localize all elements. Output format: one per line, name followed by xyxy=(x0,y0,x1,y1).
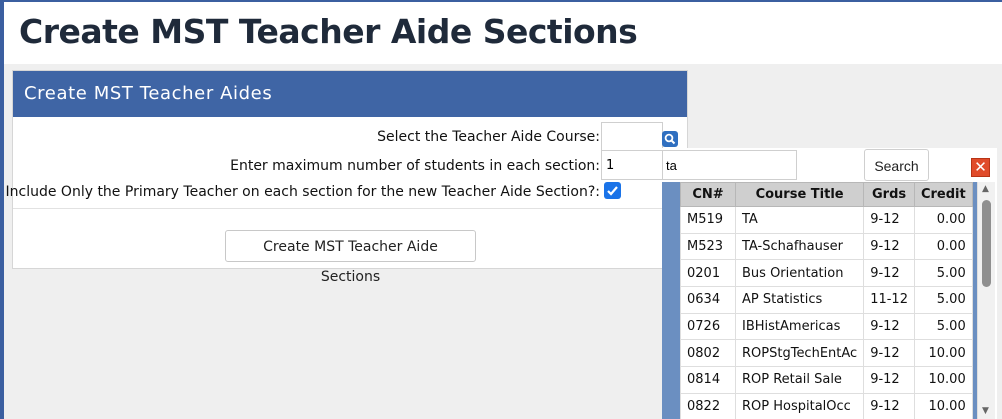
cell-course-title: ROP Retail Sale xyxy=(734,366,865,394)
close-icon[interactable]: ✕ xyxy=(971,158,990,177)
cell-credit: 10.00 xyxy=(913,339,973,368)
create-sections-button[interactable]: Create MST Teacher Aide Sections xyxy=(225,230,476,285)
cell-course-title: IBHistAmericas xyxy=(734,312,865,341)
cell-grades: 11-12 xyxy=(863,286,915,314)
panel-header: Create MST Teacher Aides xyxy=(13,71,687,117)
primary-teacher-checkbox[interactable] xyxy=(604,182,621,199)
popup-search-button[interactable]: Search xyxy=(864,149,929,181)
cell-course-title: TA-Schafhauser xyxy=(734,232,865,261)
cell-grades: 9-12 xyxy=(863,366,915,394)
course-label: Select the Teacher Aide Course: xyxy=(377,129,600,145)
table-row[interactable]: 0201 Bus Orientation 9-12 5.00 xyxy=(680,259,973,288)
checkmark-icon xyxy=(607,186,618,196)
scroll-thumb[interactable] xyxy=(982,200,991,287)
course-search-popup: Search ✕ CN# Course Title Grds Credit M5… xyxy=(662,148,997,419)
cell-cn: 0634 xyxy=(680,286,736,314)
cell-grades: 9-12 xyxy=(863,392,915,419)
scroll-down-icon[interactable]: ▼ xyxy=(982,406,989,416)
panel-divider xyxy=(13,208,687,209)
table-row[interactable]: 0634 AP Statistics 11-12 5.00 xyxy=(680,286,973,314)
cell-grades: 9-12 xyxy=(863,232,915,261)
cell-credit: 10.00 xyxy=(913,392,973,419)
col-cn[interactable]: CN# xyxy=(680,182,736,207)
cell-course-title: ROP HospitalOcc xyxy=(734,392,865,419)
cell-grades: 9-12 xyxy=(863,206,915,234)
search-icon[interactable] xyxy=(662,131,678,147)
table-row[interactable]: 0822 ROP HospitalOcc 9-12 10.00 xyxy=(680,392,973,419)
table-row[interactable]: M519 TA 9-12 0.00 xyxy=(680,206,973,234)
col-grades[interactable]: Grds xyxy=(863,182,915,207)
cell-grades: 9-12 xyxy=(863,339,915,368)
results-scrollbar[interactable]: ▲ ▼ xyxy=(977,182,995,419)
scroll-up-icon[interactable]: ▲ xyxy=(982,184,989,194)
col-course-title[interactable]: Course Title xyxy=(734,182,865,207)
create-aides-panel: Create MST Teacher Aides Select the Teac… xyxy=(6,70,688,285)
cell-course-title: TA xyxy=(734,206,865,234)
max-students-input[interactable] xyxy=(601,150,663,180)
table-row[interactable]: 0726 IBHistAmericas 9-12 5.00 xyxy=(680,312,973,341)
results-frame: CN# Course Title Grds Credit M519 TA 9-12 0… xyxy=(662,182,979,419)
cell-course-title: Bus Orientation xyxy=(734,259,865,288)
cell-credit: 0.00 xyxy=(913,232,973,261)
cell-cn: 0802 xyxy=(680,339,736,368)
cell-cn: 0201 xyxy=(680,259,736,288)
table-row[interactable]: 0814 ROP Retail Sale 9-12 10.00 xyxy=(680,366,973,394)
cell-cn: 0822 xyxy=(680,392,736,419)
cell-cn: M523 xyxy=(680,232,736,261)
course-input[interactable] xyxy=(601,122,663,152)
cell-grades: 9-12 xyxy=(863,259,915,288)
cell-credit: 0.00 xyxy=(913,206,973,234)
cell-cn: 0814 xyxy=(680,366,736,394)
max-students-label: Enter maximum number of students in each… xyxy=(230,158,600,174)
results-table: CN# Course Title Grds Credit M519 TA 9-12 0… xyxy=(680,182,973,419)
cell-credit: 5.00 xyxy=(913,259,973,288)
popup-search-input[interactable] xyxy=(662,150,797,180)
primary-teacher-label: Include Only the Primary Teacher on each… xyxy=(5,184,600,200)
cell-credit: 5.00 xyxy=(913,312,973,341)
cell-grades: 9-12 xyxy=(863,312,915,341)
cell-cn: M519 xyxy=(680,206,736,234)
cell-credit: 10.00 xyxy=(913,366,973,394)
cell-credit: 5.00 xyxy=(913,286,973,314)
results-header-row: CN# Course Title Grds Credit xyxy=(680,182,973,207)
col-credit[interactable]: Credit xyxy=(913,182,973,207)
cell-course-title: AP Statistics xyxy=(734,286,865,314)
cell-course-title: ROPStgTechEntAc xyxy=(734,339,865,368)
cell-cn: 0726 xyxy=(680,312,736,341)
page-header: Create MST Teacher Aide Sections xyxy=(4,2,1002,64)
table-row[interactable]: M523 TA-Schafhauser 9-12 0.00 xyxy=(680,232,973,261)
table-row[interactable]: 0802 ROPStgTechEntAc 9-12 10.00 xyxy=(680,339,973,368)
page-title: Create MST Teacher Aide Sections xyxy=(19,12,638,51)
